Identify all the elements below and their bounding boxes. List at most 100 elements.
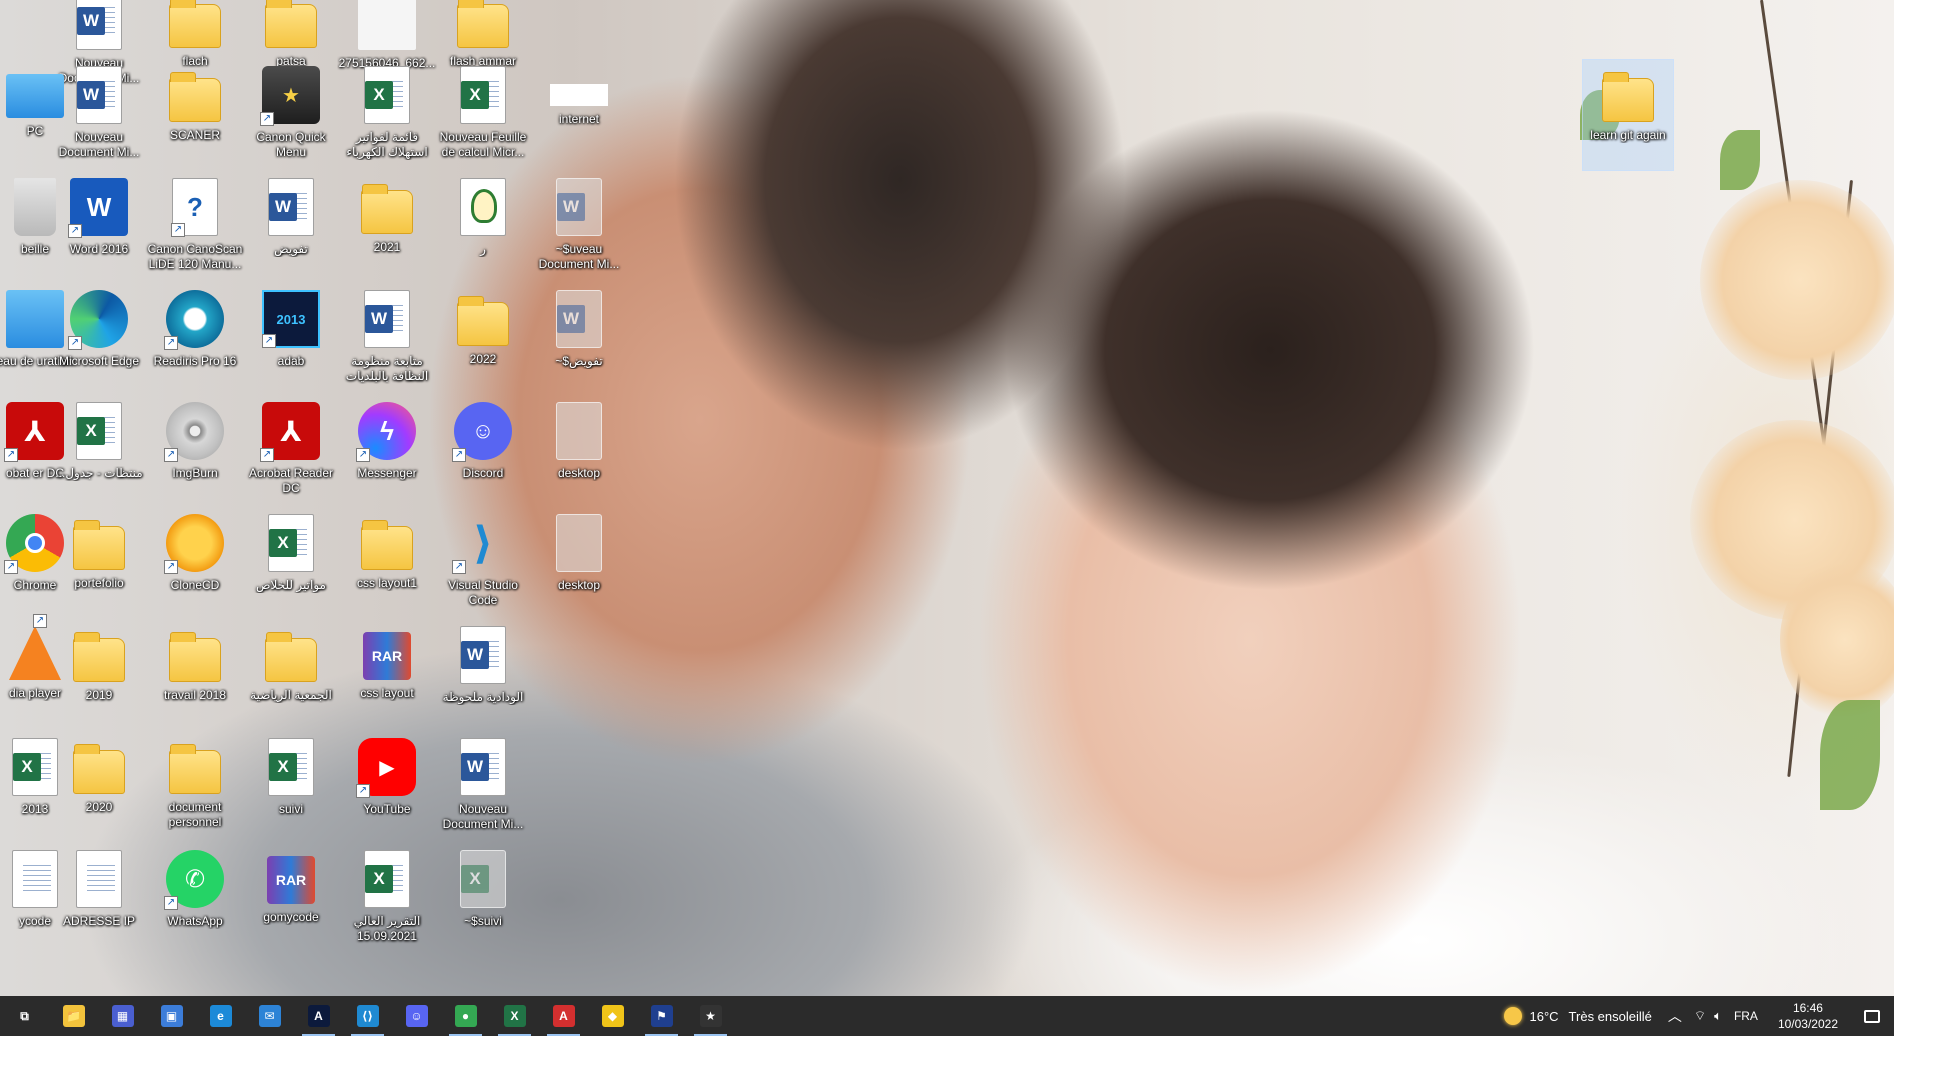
- desktop-icon[interactable]: X مواتير للخلاص: [246, 508, 336, 618]
- language-indicator[interactable]: FRA: [1726, 996, 1766, 1036]
- desktop-icon[interactable]: desktop: [534, 396, 624, 506]
- seal-icon: [460, 178, 506, 236]
- desktop-icon[interactable]: css layout1: [342, 508, 432, 618]
- chevron-up-icon: ︿: [1667, 1008, 1682, 1024]
- desktop-icon[interactable]: document personnel: [150, 732, 240, 842]
- wallpaper-flower: [1700, 180, 1894, 380]
- taskbar-file-explorer-button[interactable]: 📁: [49, 996, 98, 1036]
- taskbar-calculator-button[interactable]: ▦: [98, 996, 147, 1036]
- weather-widget[interactable]: 16°C Très ensoleillé: [1496, 996, 1660, 1036]
- desktop-icon[interactable]: W متابعة منظومة النظافة بالبلديات: [342, 284, 432, 394]
- shortcut-arrow-icon: ↗: [164, 560, 178, 574]
- disc-icon: ↗: [164, 402, 224, 462]
- desktop-icon[interactable]: travail 2018: [150, 620, 240, 730]
- desktop-icon[interactable]: ↗ CloneCD: [150, 508, 240, 618]
- desktop-icon[interactable]: internet: [534, 60, 624, 170]
- taskbar-task-view-button[interactable]: ⧉: [0, 996, 49, 1036]
- shortcut-arrow-icon: ↗: [260, 112, 274, 126]
- desktop-icon[interactable]: ⟩ ↗ Visual Studio Code: [438, 508, 528, 618]
- notification-center-button[interactable]: [1850, 996, 1894, 1036]
- desktop[interactable]: WNouveau Document Mi...flachpatsa2751560…: [0, 0, 1894, 996]
- desktop-icon[interactable]: ϟ ↗ Messenger: [342, 396, 432, 506]
- word-app-icon: W ↗: [68, 178, 128, 238]
- shortcut-arrow-icon: ↗: [452, 448, 466, 462]
- chrome-icon: ●: [454, 1005, 477, 1027]
- word-doc-icon: W: [460, 738, 506, 796]
- desktop-icon[interactable]: 2013 ↗ adab: [246, 284, 336, 394]
- show-hidden-icons-button[interactable]: ︿: [1660, 996, 1690, 1036]
- volume-icon[interactable]: 🔈︎: [1710, 996, 1726, 1036]
- desktop-icon-label: التقرير العالي 15.09.2021: [353, 914, 421, 943]
- edge-icon: e: [209, 1005, 232, 1027]
- desktop-icon[interactable]: ADRESSE IP: [54, 844, 144, 954]
- desktop-icon-label: Nouveau Feuille de calcul Micr...: [439, 130, 527, 159]
- desktop-icon[interactable]: ▶ ↗ YouTube: [342, 732, 432, 842]
- taskbar-photo-app-button[interactable]: ★: [686, 996, 735, 1036]
- taskbar-edge-button[interactable]: e: [196, 996, 245, 1036]
- desktop-icon[interactable]: الجمعية الرياضية: [246, 620, 336, 730]
- taskbar-git-button[interactable]: ◆: [588, 996, 637, 1036]
- taskbar-control-panel-button[interactable]: ▣: [147, 996, 196, 1036]
- desktop-icon[interactable]: SCANER: [150, 60, 240, 170]
- taskbar-chrome-button[interactable]: ●: [441, 996, 490, 1036]
- desktop-icon[interactable]: Xsuivi: [246, 732, 336, 842]
- desktop-icon[interactable]: W Nouveau Document Mi...: [438, 732, 528, 842]
- desktop-icon[interactable]: X ...منتظات - جدول: [54, 396, 144, 506]
- desktop-icon-label: 2021: [373, 240, 401, 254]
- adab-icon: A: [307, 1005, 330, 1027]
- taskbar-vscode-button[interactable]: ⟨⟩: [343, 996, 392, 1036]
- desktop-icon[interactable]: RAR css layout: [342, 620, 432, 730]
- desktop-icon-label: Messenger: [357, 466, 417, 480]
- desktop-icon-label: portefolio: [74, 576, 124, 590]
- desktop-icon[interactable]: learn git again: [1582, 59, 1674, 171]
- network-icon[interactable]: ⌔: [1690, 996, 1710, 1036]
- desktop-icon[interactable]: 2021: [342, 172, 432, 282]
- desktop-icon[interactable]: portefolio: [54, 508, 144, 618]
- desktop-icon[interactable]: X Nouveau Feuille de calcul Micr...: [438, 60, 528, 170]
- desktop-icon[interactable]: ⅄ ↗ Acrobat Reader DC: [246, 396, 336, 506]
- word-doc-icon: W: [76, 66, 122, 124]
- desktop-icon[interactable]: W الودادية ملحوظة: [438, 620, 528, 730]
- desktop-icon[interactable]: ↗ Microsoft Edge: [54, 284, 144, 394]
- desktop-icon[interactable]: RAR gomycode: [246, 844, 336, 954]
- desktop-icon[interactable]: ↗ Readiris Pro 16: [150, 284, 240, 394]
- taskbar-discord-button[interactable]: ☺: [392, 996, 441, 1036]
- desktop-icon[interactable]: ↗ ImgBurn: [150, 396, 240, 506]
- word-doc-icon: W: [364, 290, 410, 348]
- desktop-icon-label: الجمعية الرياضية: [250, 688, 332, 702]
- clock[interactable]: 16:46 10/03/2022: [1766, 1000, 1850, 1032]
- taskbar-excel-button[interactable]: X: [490, 996, 539, 1036]
- desktop-icon[interactable]: 2020: [54, 732, 144, 842]
- folder-icon: [265, 632, 317, 682]
- youtube-icon: ▶ ↗: [356, 738, 416, 798]
- desktop-icon-label: Nouveau Document Mi...: [58, 130, 140, 159]
- desktop-icon[interactable]: W Nouveau Document Mi...: [54, 60, 144, 170]
- desktop-icon[interactable]: W ↗ Word 2016: [54, 172, 144, 282]
- desktop-icon[interactable]: X قائمة لفواتير استهلاك الكهرباء: [342, 60, 432, 170]
- ghost-icon: [556, 514, 602, 572]
- desktop-icon[interactable]: 2019: [54, 620, 144, 730]
- desktop-icon[interactable]: 2022: [438, 284, 528, 394]
- taskbar-acrobat-button[interactable]: A: [539, 996, 588, 1036]
- desktop-icon[interactable]: ر: [438, 172, 528, 282]
- desktop-icon[interactable]: X التقرير العالي 15.09.2021: [342, 844, 432, 954]
- desktop-icon-label: ~$تفويض: [555, 354, 603, 368]
- desktop-icon[interactable]: ★ ↗ Canon Quick Menu: [246, 60, 336, 170]
- desktop-icon[interactable]: W ~$uveau Document Mi...: [534, 172, 624, 282]
- shortcut-arrow-icon: ↗: [68, 224, 82, 238]
- desktop-icon[interactable]: W ~$تفويض: [534, 284, 624, 394]
- desktop-icon-label: الودادية ملحوظة: [442, 690, 524, 704]
- taskbar-adab-button[interactable]: A: [294, 996, 343, 1036]
- desktop-icon[interactable]: ? ↗ Canon CanoScan LiDE 120 Manu...: [148, 172, 242, 282]
- desktop-icon[interactable]: X ~$suivi: [438, 844, 528, 954]
- desktop-icon[interactable]: desktop: [534, 508, 624, 618]
- desktop-icon-label: Readiris Pro 16: [153, 354, 237, 368]
- desktop-icon[interactable]: ✆ ↗ WhatsApp: [150, 844, 240, 954]
- help-icon: ? ↗: [171, 178, 218, 237]
- doc-icon: [76, 850, 122, 908]
- desktop-icon[interactable]: W تفويض: [246, 172, 336, 282]
- shortcut-arrow-icon: ↗: [171, 223, 185, 237]
- taskbar-flag-app-button[interactable]: ⚑: [637, 996, 686, 1036]
- desktop-icon[interactable]: ☺ ↗ Discord: [438, 396, 528, 506]
- taskbar-mail-button[interactable]: ✉: [245, 996, 294, 1036]
